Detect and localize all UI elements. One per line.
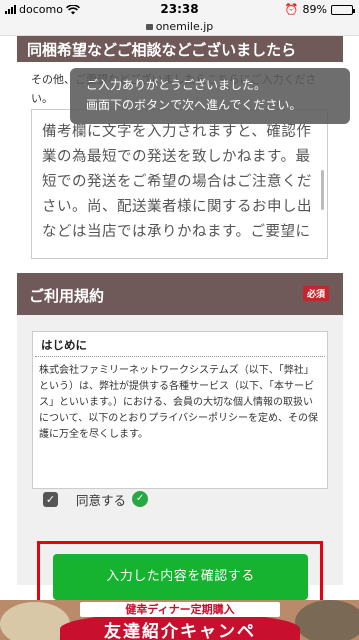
battery-icon — [331, 4, 355, 15]
toast-line-2: 画面下のボタンで次へ進んでください。 — [86, 98, 302, 112]
agree-label: 同意する — [76, 492, 127, 508]
confirm-button[interactable]: 入力した内容を確認する — [53, 554, 308, 600]
agree-row[interactable]: ✓ 同意する ✓ — [43, 489, 149, 509]
terms-box-text: 株式会社ファミリーネットワークシステムズ（以下、「弊社」という）は、弊社が提供す… — [39, 365, 318, 440]
remarks-textarea[interactable]: 備考欄に文字を入力されますと、確認作業の為最短での発送を致しかねます。最短での発… — [31, 109, 328, 259]
alarm-icon: ⏰ — [284, 3, 299, 16]
agree-label-wrap[interactable]: 同意する ✓ — [76, 490, 149, 509]
food-plate-image-right — [295, 600, 359, 640]
section-header-requests: 同梱希望などご相談などございましたら — [17, 36, 343, 62]
url-text: onemile.jp — [155, 20, 214, 33]
banner-title: 友達紹介キャンペ — [104, 622, 256, 640]
toast-message: ご入力ありがとうございました。 画面下のボタンで次へ進んでください。 — [70, 68, 350, 124]
url-bar[interactable]: onemile.jp — [0, 20, 359, 36]
agree-checkbox[interactable]: ✓ — [43, 491, 58, 507]
terms-scrollbox[interactable]: はじめに 株式会社ファミリーネットワークシステムズ（以下、「弊社」という）は、弊… — [32, 331, 328, 489]
remarks-scrollbar[interactable] — [321, 170, 324, 210]
terms-title: ご利用規約 — [29, 287, 105, 305]
lock-icon — [145, 24, 153, 30]
toast-line-1: ご入力ありがとうございました。 — [86, 78, 267, 92]
battery-percent: 89% — [302, 3, 327, 16]
status-right: ⏰ 89% — [284, 3, 355, 16]
section-header-terms: ご利用規約 必須 — [17, 273, 343, 315]
campaign-banner[interactable]: 健幸ディナー定期購入 友達紹介キャンペ — [0, 600, 359, 640]
terms-box-title: はじめに — [35, 332, 325, 357]
check-circle-icon: ✓ — [132, 491, 149, 507]
status-bar: docomo 23:38 ⏰ 89% — [0, 0, 359, 20]
banner-subtitle: 健幸ディナー定期購入 — [80, 602, 280, 617]
required-badge: 必須 — [302, 286, 329, 301]
remarks-text: 備考欄に文字を入力されますと、確認作業の為最短での発送を致しかねます。最短での発… — [42, 124, 312, 240]
